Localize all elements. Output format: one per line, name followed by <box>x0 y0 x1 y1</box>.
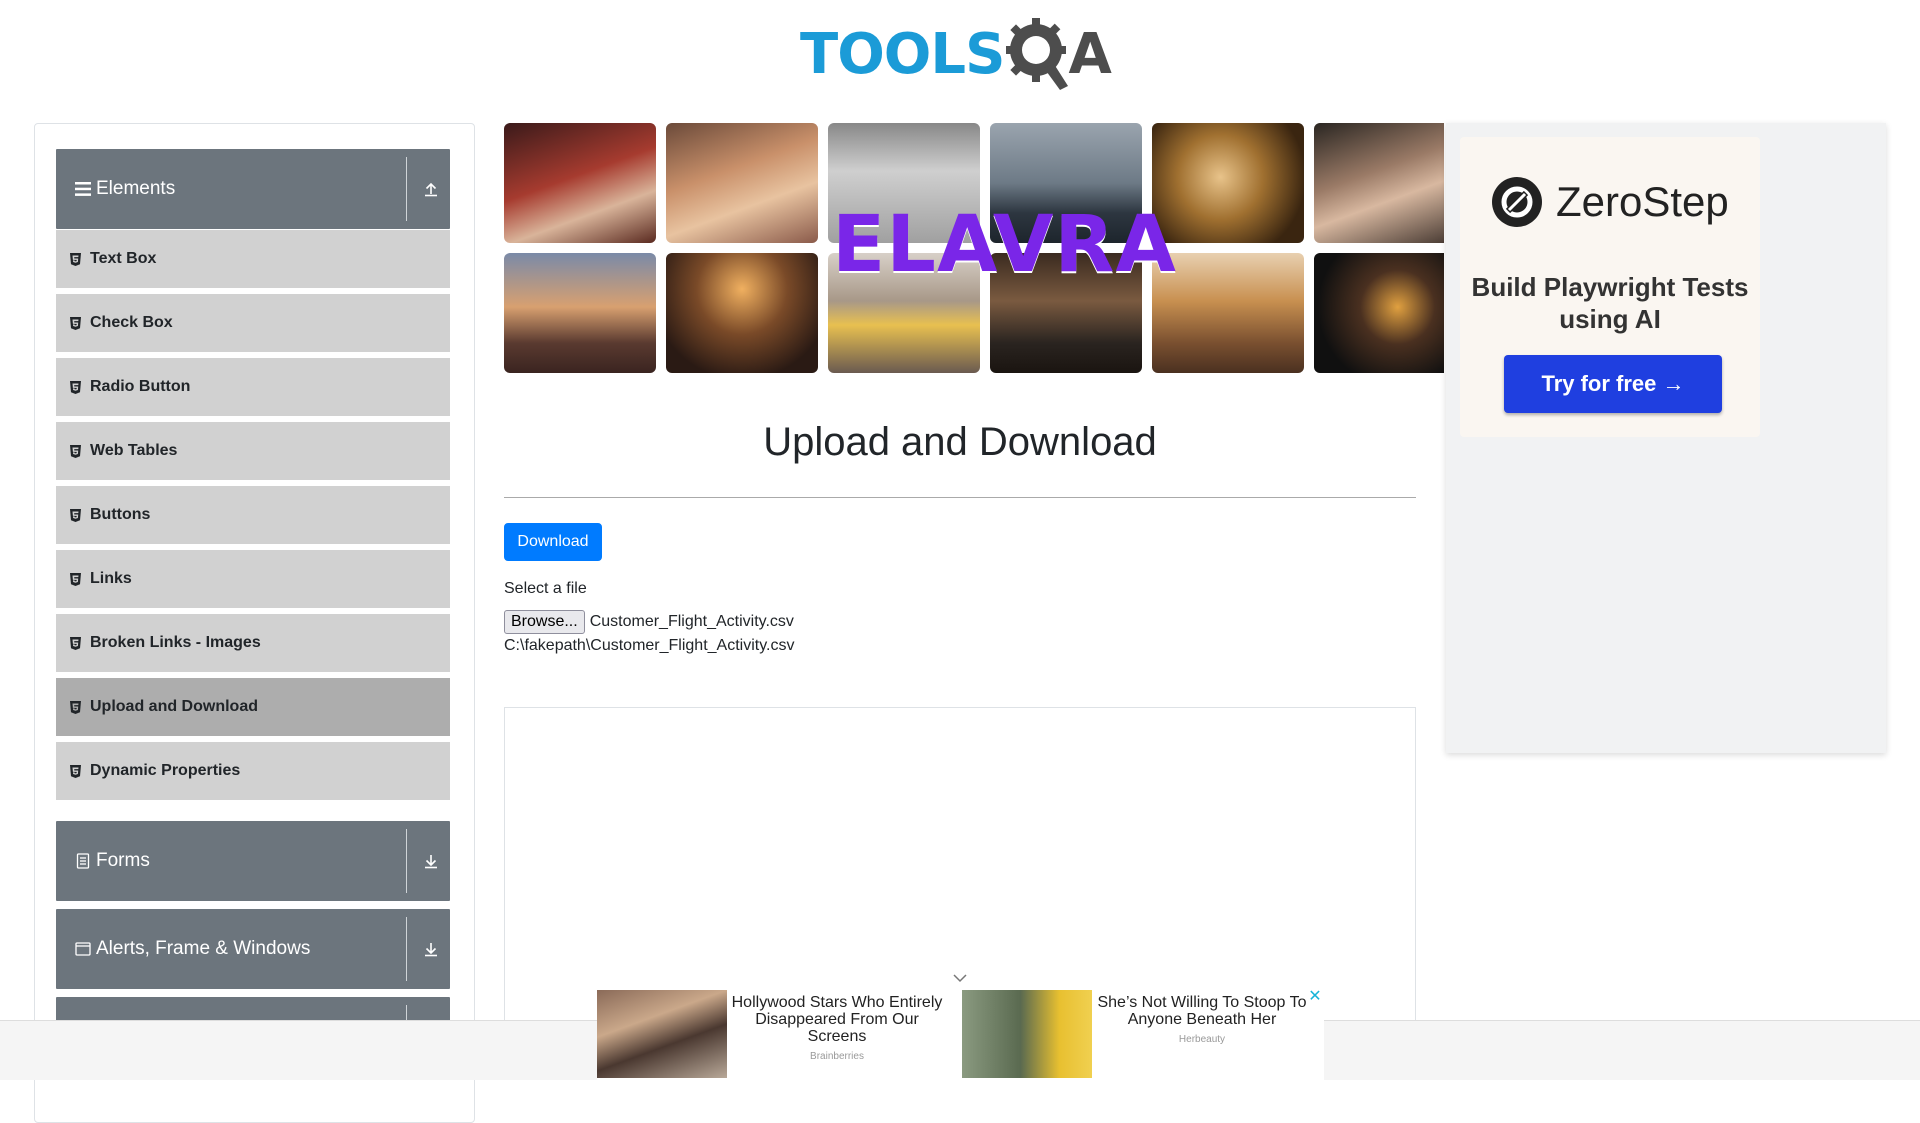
ad-headline: Hollywood Stars Who Entirely Disappeared… <box>731 994 943 1045</box>
sidebar-item-upload-and-download[interactable]: Upload and Download <box>56 678 450 739</box>
uploaded-file-path: C:\fakepath\Customer_Flight_Activity.csv <box>504 637 795 654</box>
zerostep-logo-icon <box>1492 177 1542 227</box>
banner-image <box>666 123 818 243</box>
ad-brand-text: ZeroStep <box>1556 178 1729 225</box>
hamburger-icon <box>74 180 92 198</box>
ad-text: She’s Not Willing To Stoop To Anyone Ben… <box>1092 990 1312 1080</box>
html5-icon <box>70 380 82 394</box>
sidebar-item-check-box[interactable]: Check Box <box>56 294 450 355</box>
ad-headline: She’s Not Willing To Stoop To Anyone Ben… <box>1097 994 1307 1028</box>
close-icon[interactable]: ✕ <box>1308 989 1322 1005</box>
upload-file-input[interactable]: Browse... Customer_Flight_Activity.csv <box>504 610 794 634</box>
sidebar-item-radio-button[interactable]: Radio Button <box>56 358 450 419</box>
html5-icon <box>70 636 82 650</box>
ad-source: Herbeauty <box>1178 1034 1226 1045</box>
group-label: Forms <box>96 850 150 871</box>
banner-image <box>1314 123 1444 243</box>
ad-thumbnail <box>597 990 727 1078</box>
window-icon <box>74 940 92 958</box>
try-for-free-button[interactable]: Try for free → <box>1504 355 1722 413</box>
sidebar-item-label: Upload and Download <box>90 698 258 715</box>
group-header-alerts-frame-windows[interactable]: Alerts, Frame & Windows <box>56 909 450 989</box>
bottom-ad[interactable]: Hollywood Stars Who Entirely Disappeared… <box>597 989 1324 1080</box>
html5-icon <box>70 252 82 266</box>
ad-source: Brainberries <box>810 1051 864 1062</box>
banner-image <box>1314 253 1444 373</box>
sidebar-item-broken-links-images[interactable]: Broken Links - Images <box>56 614 450 675</box>
group-header-forms[interactable]: Forms <box>56 821 450 901</box>
sidebar-item-text-box[interactable]: Text Box <box>56 230 450 291</box>
group-header-elements[interactable]: Elements <box>56 149 450 229</box>
html5-icon <box>70 764 82 778</box>
download-arrow-icon[interactable] <box>412 821 450 901</box>
group-label: Alerts, Frame & Windows <box>96 938 311 959</box>
logo-tools-text: TOOLS <box>800 21 1005 87</box>
ad-unit[interactable]: She’s Not Willing To Stoop To Anyone Ben… <box>962 990 1312 1080</box>
sidebar-item-label: Radio Button <box>90 378 191 395</box>
site-header: TOOLS A <box>0 0 1920 110</box>
banner-image <box>666 253 818 373</box>
separator <box>406 829 407 893</box>
download-button[interactable]: Download <box>504 523 602 561</box>
page-title: Upload and Download <box>763 420 1157 464</box>
upload-arrow-icon[interactable] <box>412 149 450 229</box>
download-arrow-icon[interactable] <box>412 909 450 989</box>
sidebar-item-dynamic-properties[interactable]: Dynamic Properties <box>56 742 450 803</box>
browse-button[interactable]: Browse... <box>504 610 585 634</box>
separator <box>406 157 407 221</box>
sidebar-item-label: Text Box <box>90 250 157 267</box>
toolsqa-logo[interactable]: TOOLS A <box>800 14 1112 94</box>
title-divider <box>504 497 1416 498</box>
sidebar-item-label: Check Box <box>90 314 173 331</box>
sidebar-item-label: Dynamic Properties <box>90 762 241 779</box>
banner-image <box>504 123 656 243</box>
chevron-down-icon[interactable] <box>950 968 970 988</box>
right-side-ad[interactable]: ZeroStep Build Playwright Tests using AI… <box>1446 123 1886 753</box>
select-file-label: Select a file <box>504 580 587 597</box>
ad-text: Hollywood Stars Who Entirely Disappeared… <box>727 990 947 1080</box>
sidebar-item-buttons[interactable]: Buttons <box>56 486 450 547</box>
sidebar-item-web-tables[interactable]: Web Tables <box>56 422 450 483</box>
html5-icon <box>70 508 82 522</box>
html5-icon <box>70 700 82 714</box>
ad-thumbnail <box>962 990 1092 1078</box>
ad-brand: ZeroStep <box>1490 175 1729 229</box>
sidebar-item-label: Buttons <box>90 506 151 523</box>
sidebar-item-label: Web Tables <box>90 442 178 459</box>
group-label: Elements <box>96 178 176 199</box>
sidebar-item-links[interactable]: Links <box>56 550 450 611</box>
ad-unit[interactable]: Hollywood Stars Who Entirely Disappeared… <box>597 990 947 1080</box>
logo-a-text: A <box>1068 21 1112 87</box>
banner-image <box>504 253 656 373</box>
banner-brand-text: ELAVRA <box>832 200 1177 290</box>
separator <box>406 917 407 981</box>
document-icon <box>74 852 92 870</box>
html5-icon <box>70 572 82 586</box>
logo-gear-q-icon <box>1006 16 1072 92</box>
ad-subtitle: Build Playwright Tests using AI <box>1471 272 1749 334</box>
html5-icon <box>70 316 82 330</box>
sidebar-item-label: Links <box>90 570 132 587</box>
sidebar-item-label: Broken Links - Images <box>90 634 261 651</box>
ad-card[interactable]: ZeroStep Build Playwright Tests using AI… <box>1460 137 1760 437</box>
html5-icon <box>70 444 82 458</box>
selected-file-name: Customer_Flight_Activity.csv <box>589 613 794 630</box>
